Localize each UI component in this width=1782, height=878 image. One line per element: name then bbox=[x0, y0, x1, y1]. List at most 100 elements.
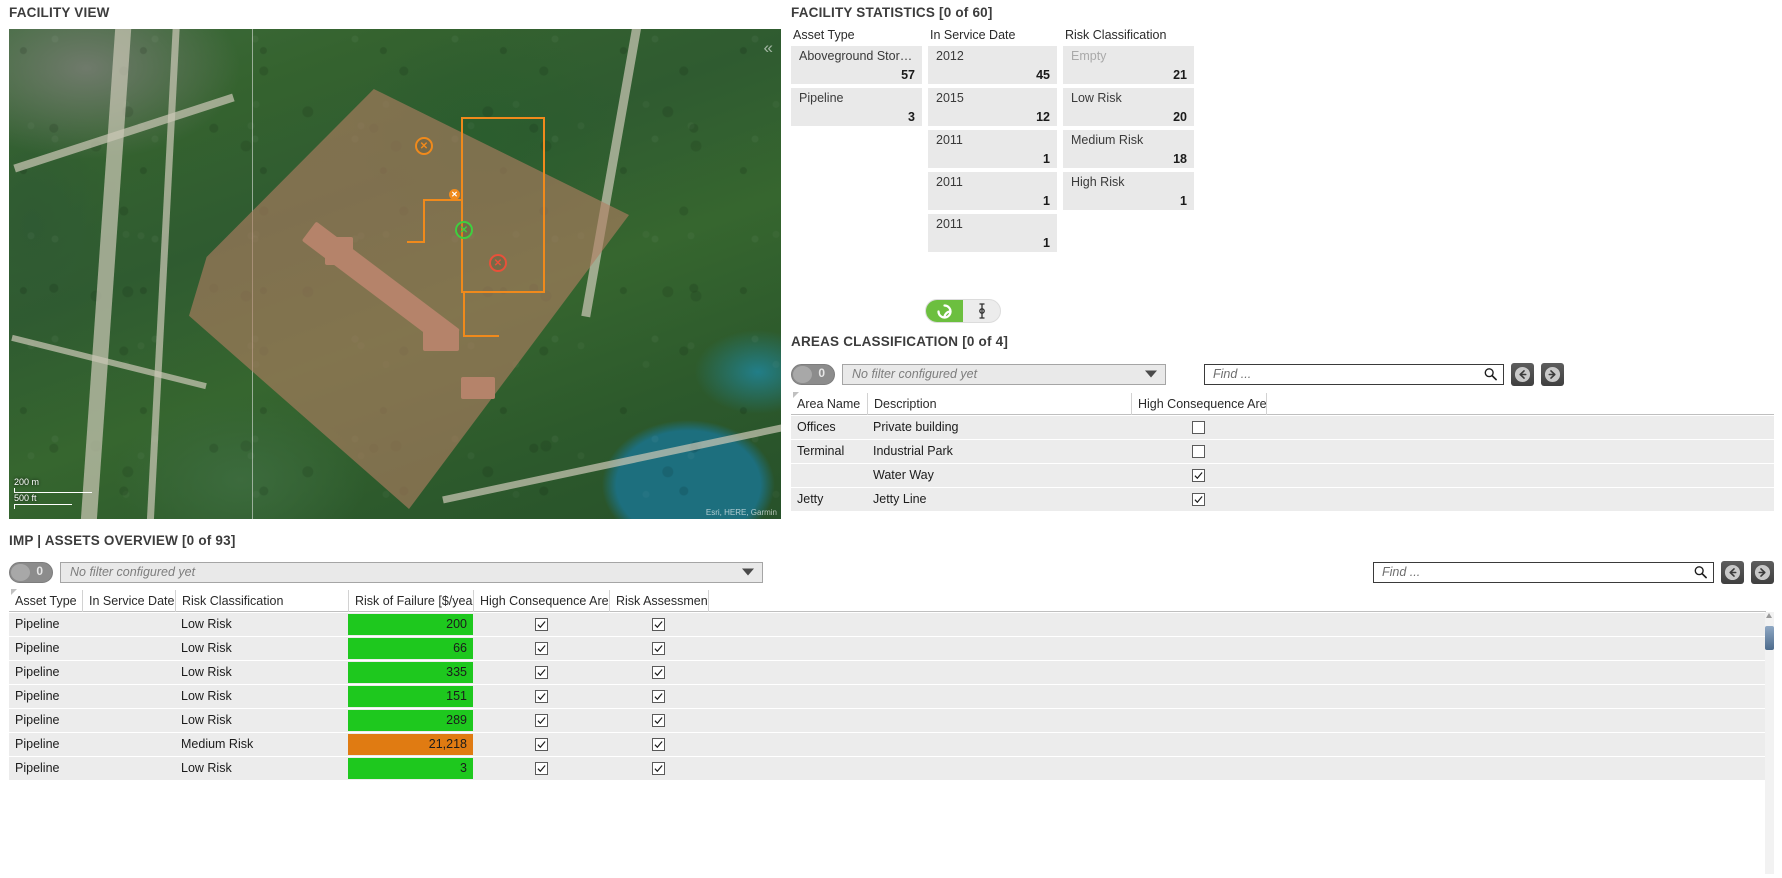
assets-grid-scrollbar[interactable] bbox=[1765, 612, 1774, 874]
assets-find-input[interactable]: Find ... bbox=[1373, 561, 1714, 583]
stat-card[interactable]: Low Risk 20 bbox=[1063, 88, 1194, 126]
arrow-left-circle-icon bbox=[1514, 366, 1531, 382]
areas-find-input[interactable]: Find ... bbox=[1204, 363, 1504, 385]
stat-card[interactable]: 2012 45 bbox=[928, 46, 1057, 84]
table-row[interactable]: Pipeline Low Risk 200 bbox=[9, 613, 1766, 636]
stat-card-value: 57 bbox=[901, 68, 915, 82]
table-row[interactable]: Pipeline Low Risk 335 bbox=[9, 661, 1766, 684]
risk-assessment-checkbox[interactable] bbox=[652, 666, 665, 679]
stat-card-label: 2011 bbox=[936, 217, 963, 231]
assets-cell-risk-assessment bbox=[609, 757, 708, 780]
check-icon bbox=[536, 693, 546, 701]
stat-card[interactable]: Medium Risk 18 bbox=[1063, 130, 1194, 168]
assets-column-risk-of-failure[interactable]: Risk of Failure [$/year] bbox=[348, 589, 473, 612]
facility-map-panel[interactable]: ✕ ✕ ✕ ✕ « 200 m 500 ft Esri, HERE, Garmi… bbox=[9, 29, 781, 519]
risk-assessment-checkbox[interactable] bbox=[652, 714, 665, 727]
stat-card-value: 45 bbox=[1036, 68, 1050, 82]
high-consequence-area-checkbox[interactable] bbox=[1192, 493, 1205, 506]
areas-column-filler[interactable] bbox=[1266, 392, 1774, 415]
scrollbar-thumb[interactable] bbox=[1765, 626, 1774, 650]
risk-assessment-checkbox[interactable] bbox=[652, 690, 665, 703]
assets-cell-risk-classification: Low Risk bbox=[181, 665, 232, 679]
high-consequence-area-checkbox[interactable] bbox=[534, 642, 548, 655]
high-consequence-area-checkbox[interactable] bbox=[534, 666, 548, 679]
check-icon bbox=[654, 621, 663, 629]
assets-cell-asset-type: Pipeline bbox=[15, 761, 60, 775]
high-consequence-area-checkbox[interactable] bbox=[534, 690, 548, 703]
assets-cell-risk-classification: Low Risk bbox=[181, 713, 232, 727]
assets-column-high-consequence-area[interactable]: High Consequence Area bbox=[473, 589, 609, 612]
areas-filter-select[interactable]: No filter configured yet bbox=[842, 363, 1166, 385]
map-collapse-icon[interactable]: « bbox=[764, 39, 773, 56]
table-row[interactable]: Terminal Industrial Park bbox=[791, 440, 1774, 463]
high-consequence-area-checkbox[interactable] bbox=[1192, 421, 1205, 434]
high-consequence-area-checkbox[interactable] bbox=[534, 762, 548, 775]
high-consequence-area-checkbox[interactable] bbox=[534, 714, 548, 727]
stat-card[interactable]: Pipeline 3 bbox=[791, 88, 922, 126]
stat-card[interactable]: High Risk 1 bbox=[1063, 172, 1194, 210]
asset-marker-orange-small[interactable]: ✕ bbox=[449, 189, 460, 200]
assets-column-filler[interactable] bbox=[708, 589, 1766, 612]
assets-nav-forward-button[interactable] bbox=[1751, 560, 1774, 584]
areas-filter-toggle[interactable]: 0 bbox=[791, 363, 835, 385]
assets-cell-risk-of-failure: 21,218 bbox=[348, 734, 473, 755]
check-icon bbox=[536, 621, 546, 629]
risk-assessment-checkbox[interactable] bbox=[652, 762, 665, 775]
table-row[interactable]: Pipeline Medium Risk 21,218 bbox=[9, 733, 1766, 756]
high-consequence-area-checkbox[interactable] bbox=[1192, 469, 1205, 482]
areas-find-placeholder: Find ... bbox=[1213, 367, 1252, 381]
areas-column-high-consequence-area[interactable]: High Consequence Area bbox=[1131, 392, 1266, 415]
table-row[interactable]: Pipeline Low Risk 3 bbox=[9, 757, 1766, 780]
grid-corner-handle[interactable] bbox=[793, 392, 799, 398]
areas-nav-forward-button[interactable] bbox=[1541, 362, 1564, 386]
high-consequence-area-checkbox[interactable] bbox=[534, 738, 548, 751]
check-icon bbox=[536, 645, 546, 653]
high-consequence-area-checkbox[interactable] bbox=[1192, 445, 1205, 458]
risk-assessment-checkbox[interactable] bbox=[652, 642, 665, 655]
grid-corner-handle[interactable] bbox=[11, 589, 17, 595]
assets-column-asset-type[interactable]: Asset Type bbox=[9, 590, 82, 612]
chevron-down-icon bbox=[1145, 370, 1157, 378]
risk-assessment-checkbox[interactable] bbox=[652, 618, 665, 631]
table-row[interactable]: Pipeline Low Risk 151 bbox=[9, 685, 1766, 708]
stat-card[interactable]: Aboveground Storage... 57 bbox=[791, 46, 922, 84]
areas-nav-back-button[interactable] bbox=[1511, 362, 1534, 386]
stat-card[interactable]: 2011 1 bbox=[928, 172, 1057, 210]
asset-marker-orange[interactable]: ✕ bbox=[415, 137, 433, 155]
areas-column-description[interactable]: Description bbox=[867, 392, 1131, 415]
table-row[interactable]: Water Way bbox=[791, 464, 1774, 487]
assets-column-in-service-date[interactable]: In Service Date bbox=[82, 589, 175, 612]
areas-cell-area-name: Offices bbox=[797, 420, 836, 434]
application-root: FACILITY VIEW ✕ ✕ ✕ ✕ « 200 m 500 ft Esr… bbox=[0, 0, 1782, 878]
assets-cell-asset-type: Pipeline bbox=[15, 641, 60, 655]
stat-card[interactable]: Empty 21 bbox=[1063, 46, 1194, 84]
stat-card[interactable]: 2011 1 bbox=[928, 214, 1057, 252]
assets-cell-in-service-date bbox=[82, 709, 175, 732]
scroll-up-arrow-icon[interactable] bbox=[1766, 613, 1772, 618]
assets-cell-in-service-date bbox=[82, 661, 175, 684]
table-row[interactable]: Pipeline Low Risk 289 bbox=[9, 709, 1766, 732]
stat-card[interactable]: 2015 12 bbox=[928, 88, 1057, 126]
high-consequence-area-checkbox[interactable] bbox=[534, 618, 548, 631]
assets-cell-asset-type: Pipeline bbox=[15, 737, 60, 751]
table-row[interactable]: Pipeline Low Risk 66 bbox=[9, 637, 1766, 660]
assets-filter-select[interactable]: No filter configured yet bbox=[60, 561, 763, 583]
asset-marker-red[interactable]: ✕ bbox=[489, 254, 507, 272]
table-row[interactable]: Jetty Jetty Line bbox=[791, 488, 1774, 511]
asset-marker-green[interactable]: ✕ bbox=[455, 221, 473, 239]
statistics-refresh-option[interactable] bbox=[926, 300, 963, 322]
check-icon bbox=[1194, 472, 1203, 480]
stat-card[interactable]: 2011 1 bbox=[928, 130, 1057, 168]
table-row[interactable]: Offices Private building bbox=[791, 416, 1774, 439]
statistics-view-toggle[interactable] bbox=[925, 299, 1001, 323]
stat-column-header: Risk Classification bbox=[1065, 28, 1167, 42]
risk-assessment-checkbox[interactable] bbox=[652, 738, 665, 751]
assets-filter-toggle[interactable]: 0 bbox=[9, 561, 53, 583]
statistics-chart-option[interactable] bbox=[963, 300, 1000, 322]
assets-column-risk-assessment[interactable]: Risk Assessment bbox=[609, 589, 708, 612]
assets-column-risk-classification[interactable]: Risk Classification bbox=[175, 589, 348, 612]
assets-nav-back-button[interactable] bbox=[1721, 560, 1744, 584]
search-icon bbox=[1694, 566, 1707, 579]
areas-column-area-name[interactable]: Area Name bbox=[791, 393, 867, 415]
facility-statistics-title: FACILITY STATISTICS [0 of 60] bbox=[791, 5, 993, 20]
